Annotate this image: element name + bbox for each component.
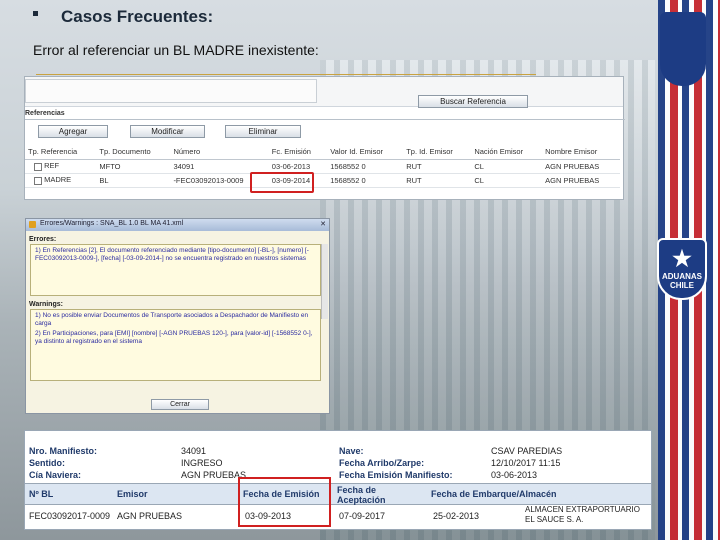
table-header-row: Tp. Referencia Tp. Documento Número Fc. … <box>25 145 620 160</box>
column-header: Emisor <box>117 489 148 499</box>
direction-label: Sentido: <box>29 458 65 468</box>
table-cell: RUT <box>403 159 472 174</box>
bl-number: FEC03092017-0009 <box>29 511 111 521</box>
error-message: 1) En Referencias [2], El documento refe… <box>35 247 309 262</box>
shipping-company-value: AGN PRUEBAS <box>181 470 247 480</box>
warnings-box: 1) No es posible enviar Documentos de Tr… <box>30 309 321 381</box>
warnings-label: Warnings: <box>29 301 63 308</box>
column-header: Tp. Id. Emisor <box>403 145 472 160</box>
dialog-scrollbar[interactable] <box>321 244 328 319</box>
bl-warehouse: ALMACEN EXTRAPORTUARIO EL SAUCE S. A. <box>525 505 640 524</box>
warning-message: 2) En Participaciones, para [EMI] [nombr… <box>35 330 313 345</box>
direction-value: INGRESO <box>181 458 223 468</box>
table-cell: 1568552 0 <box>327 159 404 174</box>
add-button[interactable]: Agregar <box>38 125 108 138</box>
errors-label: Errores: <box>29 236 57 243</box>
references-table: Tp. Referencia Tp. Documento Número Fc. … <box>25 145 620 188</box>
highlight-bl-emission-date <box>238 477 331 527</box>
shipping-company-label: Cía Naviera: <box>29 470 82 480</box>
column-header: Nación Emisor <box>471 145 543 160</box>
table-cell: MADRE <box>25 173 97 188</box>
table-row[interactable]: FEC03092017-0009 AGN PRUEBAS 03-09-2013 … <box>25 505 651 527</box>
manifest-emission-value: 03-06-2013 <box>491 470 538 480</box>
modify-button[interactable]: Modificar <box>130 125 205 138</box>
references-label: Referencias <box>25 110 65 117</box>
ship-label: Nave: <box>339 446 364 456</box>
dialog-titlebar: Errores/Warnings : SNA_BL 1.0 BL MA 41.x… <box>26 219 329 231</box>
slide-title: Casos Frecuentes: <box>61 7 214 26</box>
warning-message: 1) No es posible enviar Documentos de Tr… <box>35 312 309 327</box>
references-input-area <box>25 79 317 103</box>
star-icon: ★ <box>672 246 692 271</box>
warning-icon <box>29 221 36 228</box>
emblem-text: ADUANAS CHILE <box>662 272 702 290</box>
errors-warnings-dialog: Errores/Warnings : SNA_BL 1.0 BL MA 41.x… <box>25 218 330 414</box>
table-cell: RUT <box>403 173 472 188</box>
title-divider <box>36 74 536 75</box>
aduanas-emblem-top <box>660 12 706 86</box>
column-header: Tp. Documento <box>96 145 171 160</box>
manifest-number-value: 34091 <box>181 446 207 456</box>
table-cell: 34091 <box>170 159 269 174</box>
table-cell: CL <box>471 173 543 188</box>
table-cell: AGN PRUEBAS <box>542 173 620 188</box>
table-cell: AGN PRUEBAS <box>542 159 620 174</box>
row-checkbox[interactable] <box>34 176 42 185</box>
bl-issuer: AGN PRUEBAS <box>117 511 183 521</box>
ship-value: CSAV PAREDIAS <box>491 446 563 456</box>
references-divider <box>25 119 625 120</box>
manifest-row: Cía Naviera: AGN PRUEBAS Fecha Emisión M… <box>29 470 649 482</box>
close-icon[interactable]: ✕ <box>320 220 326 228</box>
manifest-number-label: Nro. Manifiesto: <box>29 446 98 456</box>
manifest-emission-label: Fecha Emisión Manifiesto: <box>339 470 453 480</box>
close-button[interactable]: Cerrar <box>151 399 209 410</box>
table-cell: REF <box>25 159 97 174</box>
table-cell: CL <box>471 159 543 174</box>
manifest-row: Sentido: INGRESO Fecha Arribo/Zarpe: 12/… <box>29 458 649 470</box>
bl-shipment-date: 25-02-2013 <box>433 511 480 521</box>
table-cell: 1568552 0 <box>327 173 404 188</box>
slide-subtitle: Error al referenciar un BL MADRE inexist… <box>33 42 319 58</box>
column-header: Fecha de Aceptación <box>337 485 386 505</box>
column-header: Nombre Emisor <box>542 145 620 160</box>
column-header: Número <box>170 145 269 160</box>
table-row[interactable]: REF MFTO 34091 03-06-2013 1568552 0 RUT … <box>25 159 620 174</box>
column-header: Fc. Emisión <box>268 145 328 160</box>
table-cell: MFTO <box>96 159 171 174</box>
table-cell: BL <box>96 173 171 188</box>
table-row[interactable]: MADRE BL -FEC03092013-0009 03-09-2014 15… <box>25 173 620 188</box>
column-header: Nº BL <box>29 489 54 499</box>
arrival-date-value: 12/10/2017 11:15 <box>491 458 561 468</box>
table-cell: 03-06-2013 <box>268 159 328 174</box>
column-header: Tp. Referencia <box>25 145 97 160</box>
dialog-title: Errores/Warnings : SNA_BL 1.0 BL MA 41.x… <box>40 220 184 227</box>
delete-button[interactable]: Eliminar <box>225 125 301 138</box>
bl-acceptance-date: 07-09-2017 <box>339 511 386 521</box>
row-checkbox[interactable] <box>34 162 42 171</box>
references-panel: Buscar Referencia Referencias Agregar Mo… <box>24 76 625 200</box>
arrival-date-label: Fecha Arribo/Zarpe: <box>339 458 425 468</box>
search-reference-button[interactable]: Buscar Referencia <box>418 95 528 108</box>
column-header: Valor Id. Emisor <box>327 145 404 160</box>
column-header: Fecha de Embarque/Almacén <box>431 489 557 499</box>
highlight-emission-date <box>250 172 314 193</box>
references-topbar <box>25 77 623 107</box>
manifest-row: Nro. Manifiesto: 34091 Nave: CSAV PAREDI… <box>29 446 649 458</box>
manifest-panel: Nro. Manifiesto: 34091 Nave: CSAV PAREDI… <box>24 430 652 530</box>
aduanas-emblem: ★ ADUANAS CHILE <box>657 238 707 300</box>
errors-box: 1) En Referencias [2], El documento refe… <box>30 244 321 296</box>
bl-table-header: Nº BL Emisor Fecha de Emisión Fecha de A… <box>25 483 651 505</box>
